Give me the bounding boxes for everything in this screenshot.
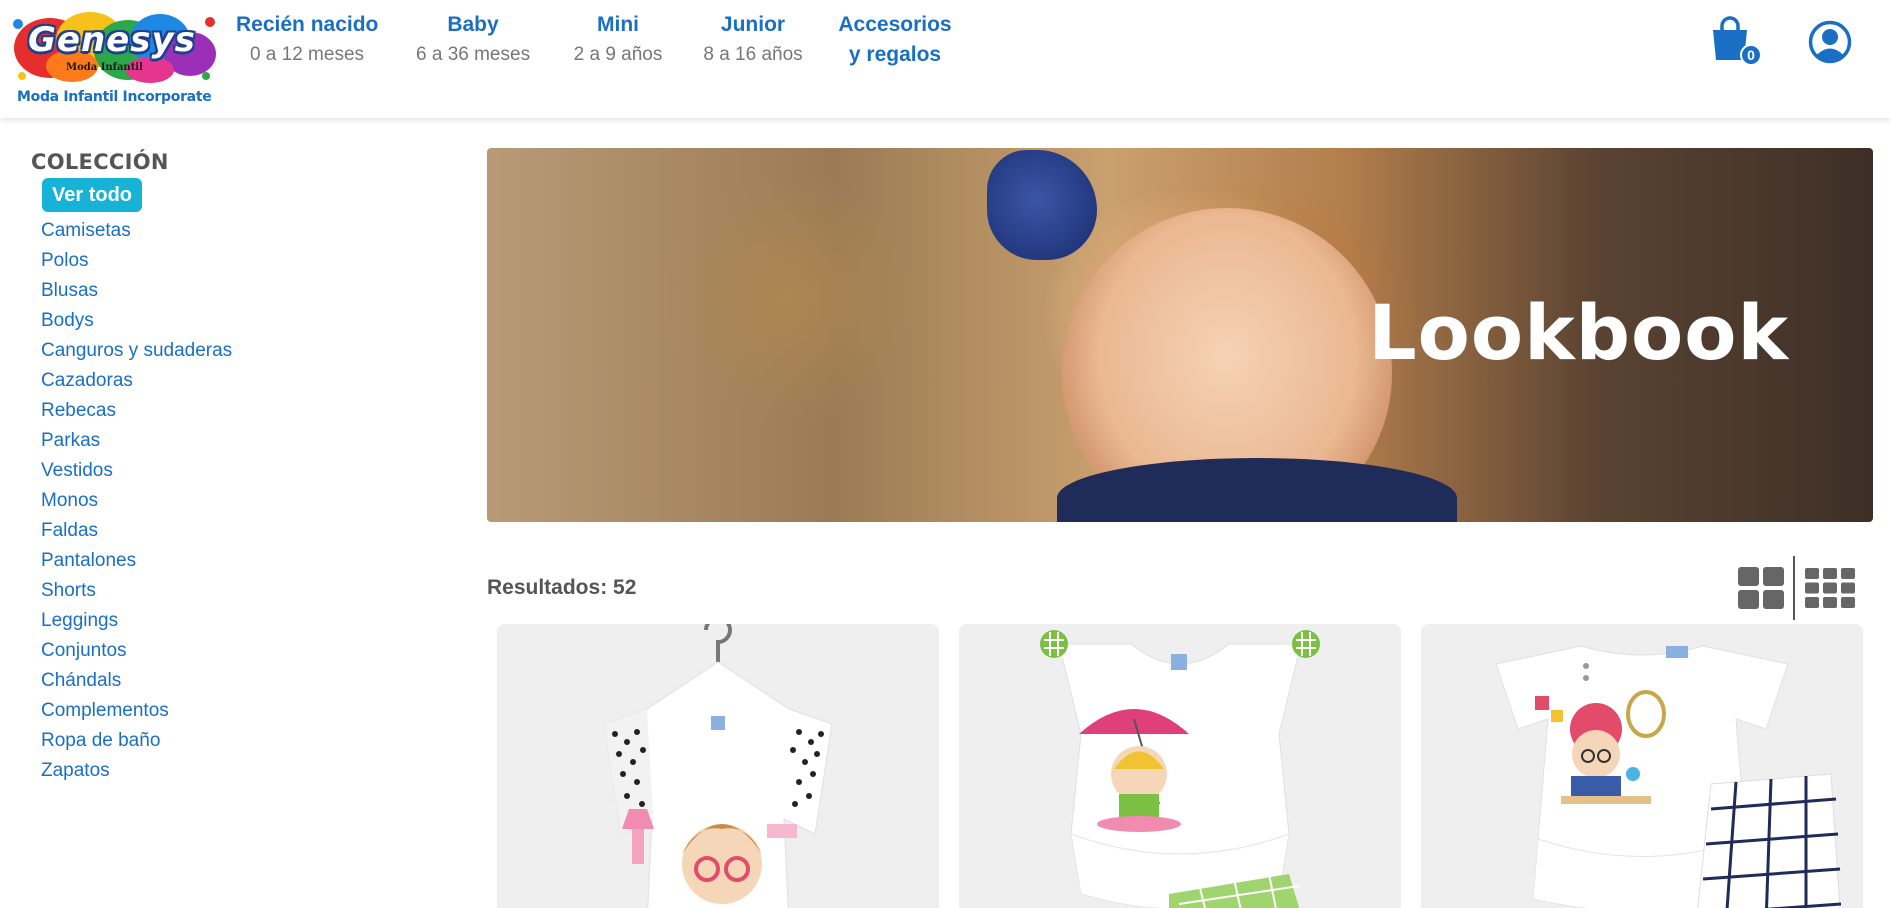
sidebar-item-rebecas[interactable]: Rebecas: [31, 400, 116, 421]
nav-item-baby[interactable]: Baby 6 a 36 meses: [416, 10, 530, 70]
nav-item-title: Accesorios: [838, 13, 952, 36]
sidebar-item-leggings[interactable]: Leggings: [31, 610, 118, 631]
nav-item-subtitle: 6 a 36 meses: [416, 44, 531, 65]
view-toggle-divider: [1793, 556, 1795, 620]
product-card[interactable]: [1421, 624, 1863, 908]
sidebar-item-chandals[interactable]: Chándals: [31, 670, 121, 691]
sidebar-item-cazadoras[interactable]: Cazadoras: [31, 370, 133, 391]
cart-count-badge: 0: [1740, 44, 1762, 66]
grid-2x2-icon: [1738, 567, 1784, 609]
nav-item-subtitle: 8 a 16 años: [703, 44, 803, 65]
logo-subtitle: Moda Infantil: [66, 62, 143, 73]
lookbook-banner: Lookbook: [487, 148, 1873, 522]
results-count: Resultados: 52: [487, 576, 637, 599]
nav-item-title: Baby: [447, 13, 499, 36]
nav-item-title: Junior: [720, 13, 786, 36]
sidebar-item-faldas[interactable]: Faldas: [31, 520, 98, 541]
sidebar-item-complementos[interactable]: Complementos: [31, 700, 169, 721]
sidebar-item-bodys[interactable]: Bodys: [31, 310, 94, 331]
sidebar-item-shorts[interactable]: Shorts: [31, 580, 96, 601]
product-card[interactable]: [497, 624, 939, 908]
sidebar-category-list: Camisetas Polos Blusas Bodys Canguros y …: [31, 216, 331, 786]
cart-button[interactable]: 0: [1710, 16, 1762, 72]
user-account-button[interactable]: [1808, 20, 1852, 64]
grid-3x3-icon: [1805, 568, 1855, 608]
sidebar-item-pantalones[interactable]: Pantalones: [31, 550, 136, 571]
sidebar-item-blusas[interactable]: Blusas: [31, 280, 98, 301]
nav-item-subtitle: 2 a 9 años: [573, 44, 663, 65]
collection-sidebar: COLECCIÓN Ver todo Camisetas Polos Blusa…: [31, 150, 331, 786]
sidebar-item-vestidos[interactable]: Vestidos: [31, 460, 113, 481]
nav-item-title: Mini: [597, 13, 639, 36]
product-card[interactable]: [959, 624, 1401, 908]
nav-item-mini[interactable]: Mini 2 a 9 años: [571, 10, 665, 70]
view-grid-large-button[interactable]: [1738, 567, 1784, 614]
nav-item-title: Recién nacido: [236, 13, 379, 36]
product-image: [1495, 645, 1842, 908]
logo-tagline: Moda Infantil Incorporate: [17, 89, 212, 105]
nav-item-accesorios[interactable]: Accesorios y regalos: [836, 10, 954, 70]
nav-item-recien-nacido[interactable]: Recién nacido 0 a 12 meses: [236, 10, 378, 70]
sidebar-item-zapatos[interactable]: Zapatos: [31, 760, 110, 781]
sidebar-item-ver-todo[interactable]: Ver todo: [42, 178, 143, 212]
sidebar-item-camisetas[interactable]: Camisetas: [31, 220, 131, 241]
view-grid-small-button[interactable]: [1805, 568, 1855, 613]
banner-title: Lookbook: [1368, 288, 1789, 377]
sidebar-item-canguros[interactable]: Canguros y sudaderas: [31, 340, 232, 361]
site-header: Genesys Moda Infantil Moda Infantil Inco…: [0, 0, 1891, 118]
sidebar-item-polos[interactable]: Polos: [31, 250, 89, 271]
brand-logo[interactable]: Genesys Moda Infantil Moda Infantil Inco…: [10, 8, 220, 108]
user-circle-icon: [1808, 20, 1852, 64]
product-image: [1040, 630, 1320, 908]
sidebar-item-parkas[interactable]: Parkas: [31, 430, 100, 451]
sidebar-item-monos[interactable]: Monos: [31, 490, 98, 511]
nav-item-title-line2: y regalos: [848, 43, 942, 66]
sidebar-title: COLECCIÓN: [31, 150, 169, 174]
nav-item-junior[interactable]: Junior 8 a 16 años: [702, 10, 804, 70]
logo-brand-text: Genesys: [28, 20, 196, 60]
product-image: [603, 624, 833, 908]
sidebar-item-ropa-de-bano[interactable]: Ropa de baño: [31, 730, 160, 751]
sidebar-item-conjuntos[interactable]: Conjuntos: [31, 640, 127, 661]
nav-item-subtitle: 0 a 12 meses: [249, 44, 365, 65]
